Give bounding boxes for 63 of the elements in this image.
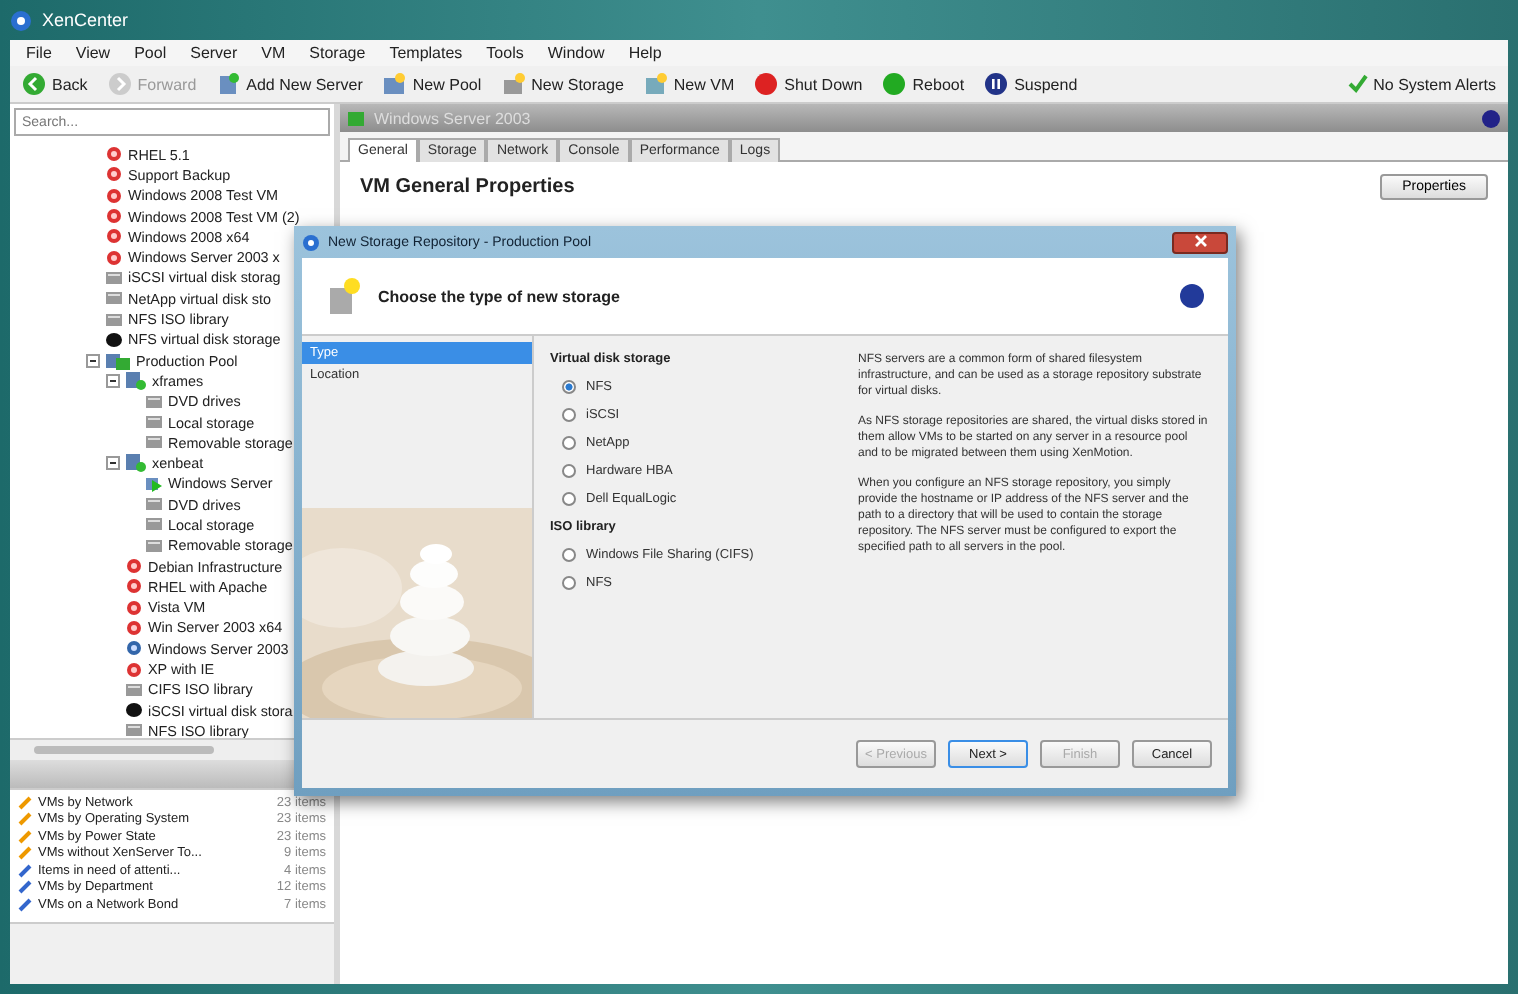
close-button[interactable] xyxy=(1172,231,1228,253)
server-icon xyxy=(126,454,146,473)
toolbar-button[interactable]: New Storage xyxy=(501,72,624,96)
collapse-icon[interactable] xyxy=(86,353,100,368)
suspended-vm-icon xyxy=(126,640,142,657)
help-icon xyxy=(1180,284,1204,308)
pool-icon xyxy=(382,72,407,96)
vm-icon xyxy=(348,109,366,127)
reboot-icon xyxy=(882,72,907,96)
pool-icon xyxy=(106,351,130,370)
menu-item[interactable]: Templates xyxy=(389,44,463,62)
toolbar-button[interactable]: Back xyxy=(22,72,88,96)
storage-icon xyxy=(146,496,162,513)
collapse-icon[interactable] xyxy=(106,456,120,471)
menu-item[interactable]: VM xyxy=(261,44,286,62)
collapse-icon[interactable] xyxy=(106,373,120,388)
server-icon xyxy=(126,371,146,390)
alerts-button[interactable]: No System Alerts xyxy=(1347,74,1496,94)
storage-icon xyxy=(126,681,142,698)
storage-icon xyxy=(146,516,162,533)
app-icon xyxy=(10,9,32,31)
check-icon xyxy=(1347,74,1368,94)
toolbar-button[interactable]: Suspend xyxy=(984,72,1078,96)
vm-icon xyxy=(643,72,668,96)
menu-item[interactable]: Help xyxy=(628,44,662,62)
storage-icon xyxy=(501,72,526,96)
panel-title: Windows Server 2003 xyxy=(374,109,531,127)
storage-icon xyxy=(146,393,162,410)
window-title: XenCenter xyxy=(42,10,129,30)
menu-item[interactable]: Server xyxy=(190,44,238,62)
toolbar-button[interactable]: Reboot xyxy=(882,72,965,96)
toolbar-button[interactable]: Shut Down xyxy=(754,72,863,96)
section-heading: VM General Properties xyxy=(360,176,575,198)
toolbar-button[interactable]: Add New Server xyxy=(216,72,363,96)
close-icon xyxy=(1193,233,1207,247)
menu-item[interactable]: Window xyxy=(547,44,605,62)
app-icon xyxy=(302,233,320,251)
default-storage-icon xyxy=(126,702,142,719)
suspend-icon xyxy=(984,72,1009,96)
forward-icon xyxy=(107,72,132,96)
menu-item[interactable]: Pool xyxy=(134,44,167,62)
storage-icon xyxy=(146,537,162,554)
help-icon xyxy=(1482,109,1500,127)
toolbar-button[interactable]: New Pool xyxy=(382,72,482,96)
menu-item[interactable]: File xyxy=(26,44,52,62)
storage-icon xyxy=(146,434,162,451)
storage-icon xyxy=(326,276,362,316)
running-vm-icon xyxy=(146,475,162,492)
storage-icon xyxy=(146,414,162,430)
menu-item[interactable]: Storage xyxy=(309,44,366,62)
server-icon xyxy=(216,72,241,96)
storage-icon xyxy=(106,290,122,307)
menu-item[interactable]: View xyxy=(75,44,111,62)
default-storage-icon xyxy=(106,331,122,348)
shutdown-icon xyxy=(754,72,779,96)
stopped-vm-icon xyxy=(126,661,142,678)
menu-item[interactable]: Tools xyxy=(486,44,524,62)
storage-icon xyxy=(126,722,142,738)
toolbar-button[interactable]: New VM xyxy=(643,72,735,96)
back-icon xyxy=(22,72,46,96)
dialog-heading: Choose the type of new storage xyxy=(378,287,620,305)
storage-icon xyxy=(106,311,122,328)
storage-icon xyxy=(106,269,122,286)
